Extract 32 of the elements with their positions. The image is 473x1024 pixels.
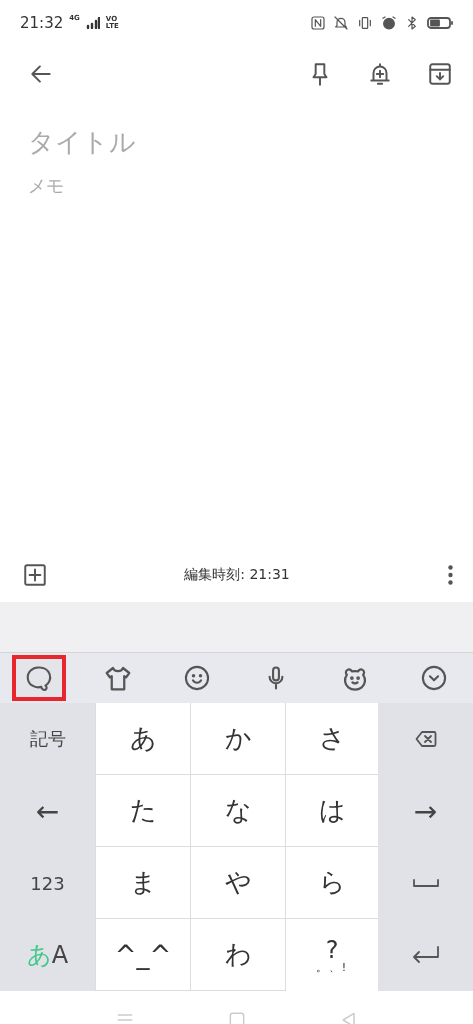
- punctuation-key[interactable]: ? 。、!: [285, 919, 378, 991]
- key[interactable]: ら: [285, 847, 378, 919]
- key[interactable]: さ: [285, 703, 378, 775]
- mute-bell-icon: [333, 14, 349, 31]
- key[interactable]: や: [190, 847, 285, 919]
- key[interactable]: わ: [190, 919, 285, 991]
- key[interactable]: ま: [95, 847, 190, 919]
- signal-icon: [85, 16, 100, 29]
- key[interactable]: は: [285, 775, 378, 847]
- note-field[interactable]: メモ: [28, 175, 445, 196]
- alarm-icon: [381, 14, 397, 31]
- vibrate-icon: [356, 14, 374, 31]
- nfc-icon: [310, 14, 326, 31]
- battery-icon: [427, 15, 453, 30]
- plus-box-icon: [22, 561, 48, 588]
- clock: 21:32: [20, 13, 64, 32]
- key[interactable]: な: [190, 775, 285, 847]
- toolbar-button[interactable]: [12, 655, 67, 701]
- archive-icon: [427, 61, 453, 87]
- enter-icon: [410, 944, 441, 966]
- key[interactable]: か: [190, 703, 285, 775]
- title-field[interactable]: タイトル: [28, 127, 445, 157]
- key[interactable]: ^_^: [95, 919, 190, 991]
- chevron-down-circle-icon: [419, 664, 448, 692]
- smiley-icon: [183, 664, 212, 692]
- space-icon: [411, 876, 440, 890]
- more-vertical-icon: [448, 564, 453, 585]
- key[interactable]: た: [95, 775, 190, 847]
- speech-bubble-icon: [25, 664, 54, 692]
- bell-plus-icon: [367, 61, 393, 87]
- edited-time: 編集時刻: 21:31: [183, 565, 291, 584]
- key[interactable]: あ: [95, 703, 190, 775]
